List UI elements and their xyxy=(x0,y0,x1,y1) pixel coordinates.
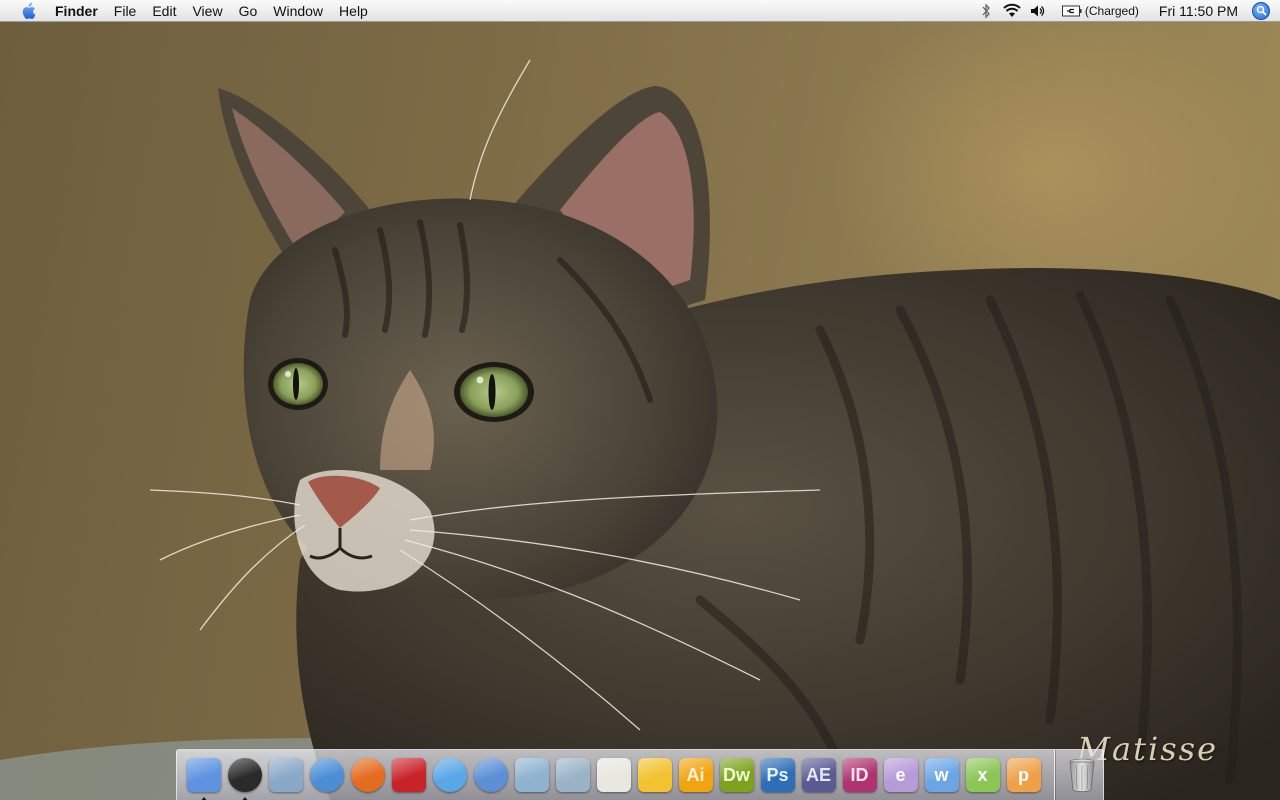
pokerstars-icon[interactable] xyxy=(391,756,427,794)
menu-help[interactable]: Help xyxy=(331,0,376,22)
indesign-label: ID xyxy=(850,764,869,785)
finder-tile xyxy=(186,758,221,792)
firefox-icon[interactable] xyxy=(350,756,386,794)
dock: Ai Dw Ps AE ID e w x p xyxy=(176,749,1104,800)
dashboard-tile xyxy=(227,758,262,792)
excel-tile: x xyxy=(965,758,1000,792)
powerpoint-tile: p xyxy=(1006,758,1041,792)
photoshop-label: Ps xyxy=(766,764,789,785)
indesign-icon[interactable]: ID xyxy=(842,756,878,794)
menu-extras: (Charged) Fri 11:50 PM xyxy=(973,0,1280,22)
word-tile: w xyxy=(924,758,959,792)
entourage-icon[interactable]: e xyxy=(883,756,919,794)
spotlight-icon[interactable] xyxy=(1252,1,1270,20)
menu-bar: Finder File Edit View Go Window Help (Ch… xyxy=(0,0,1280,22)
iphoto-icon[interactable] xyxy=(555,756,591,794)
cat-photo xyxy=(0,59,1280,800)
after-effects-icon[interactable]: AE xyxy=(801,756,837,794)
battery-status[interactable]: (Charged) xyxy=(1059,0,1139,22)
textedit-tile xyxy=(596,758,631,792)
apple-icon[interactable] xyxy=(17,0,39,22)
illustrator-label: Ai xyxy=(686,764,705,785)
desktop-wallpaper xyxy=(0,0,1280,800)
word-label: w xyxy=(934,764,949,785)
bluetooth-icon[interactable] xyxy=(976,0,996,22)
excel-icon[interactable]: x xyxy=(965,756,1001,794)
cyberduck-icon[interactable] xyxy=(637,756,673,794)
illustrator-tile: Ai xyxy=(678,758,713,792)
mail-tile xyxy=(268,758,303,792)
dreamweaver-tile: Dw xyxy=(719,758,754,792)
cyberduck-tile xyxy=(637,758,672,792)
firefox-tile xyxy=(350,758,385,792)
dreamweaver-label: Dw xyxy=(723,764,750,785)
ichat-icon[interactable] xyxy=(432,756,468,794)
powerpoint-icon[interactable]: p xyxy=(1006,756,1042,794)
battery-icon xyxy=(1061,0,1082,22)
preview-icon[interactable] xyxy=(514,756,550,794)
menu-go[interactable]: Go xyxy=(231,0,266,22)
menu-file[interactable]: File xyxy=(106,0,145,22)
ichat-tile xyxy=(432,758,467,792)
menu-app-finder[interactable]: Finder xyxy=(53,0,106,22)
battery-label: (Charged) xyxy=(1084,3,1139,18)
iphoto-tile xyxy=(555,758,590,792)
illustrator-icon[interactable]: Ai xyxy=(678,756,714,794)
photoshop-icon[interactable]: Ps xyxy=(760,756,796,794)
menu-edit[interactable]: Edit xyxy=(144,0,184,22)
finder-icon[interactable] xyxy=(186,756,222,800)
volume-icon[interactable] xyxy=(1028,0,1048,22)
menu-view[interactable]: View xyxy=(184,0,230,22)
safari-tile xyxy=(309,758,344,792)
indesign-tile: ID xyxy=(842,758,877,792)
menu-clock[interactable]: Fri 11:50 PM xyxy=(1159,3,1238,19)
dock-separator xyxy=(1054,750,1055,800)
menu-window[interactable]: Window xyxy=(265,0,331,22)
pokerstars-tile xyxy=(391,758,426,792)
entourage-tile: e xyxy=(883,758,918,792)
photoshop-tile: Ps xyxy=(760,758,795,792)
excel-label: x xyxy=(977,764,988,785)
dreamweaver-icon[interactable]: Dw xyxy=(719,756,755,794)
after-effects-label: AE xyxy=(805,764,831,785)
mail-icon[interactable] xyxy=(268,756,304,794)
textedit-icon[interactable] xyxy=(596,756,632,794)
itunes-tile xyxy=(473,758,508,792)
itunes-icon[interactable] xyxy=(473,756,509,794)
entourage-label: e xyxy=(895,764,906,785)
trash-icon[interactable] xyxy=(1064,756,1100,794)
powerpoint-label: p xyxy=(1018,764,1029,785)
wifi-icon[interactable] xyxy=(1002,0,1022,22)
after-effects-tile: AE xyxy=(801,758,836,792)
word-icon[interactable]: w xyxy=(924,756,960,794)
dashboard-icon[interactable] xyxy=(227,756,263,800)
preview-tile xyxy=(514,758,549,792)
safari-icon[interactable] xyxy=(309,756,345,794)
